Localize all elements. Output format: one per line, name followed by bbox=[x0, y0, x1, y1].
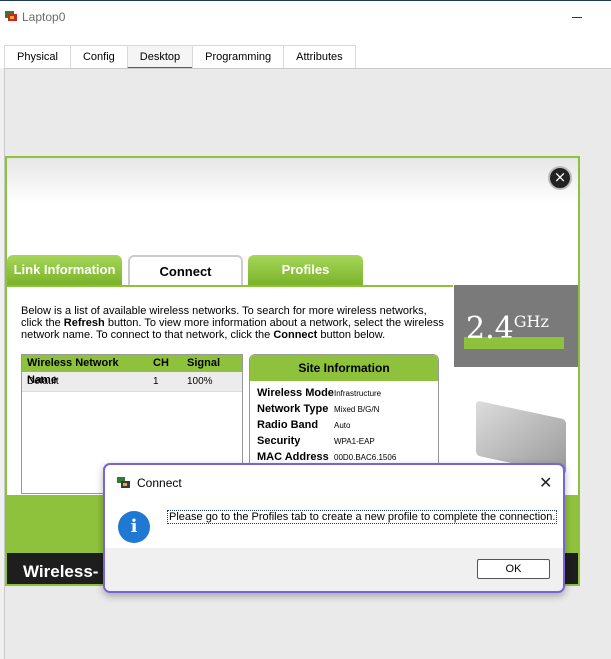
network-type-value: Mixed B/G/N bbox=[334, 405, 380, 414]
intro-text: Below is a list of available wireless ne… bbox=[21, 305, 444, 341]
network-type-label: Network Type bbox=[257, 403, 329, 415]
dialog-close-icon[interactable]: ✕ bbox=[539, 473, 552, 492]
network-ch-cell: 1 bbox=[153, 376, 159, 387]
radio-band-label: Radio Band bbox=[257, 419, 319, 431]
network-name-cell: Default bbox=[27, 376, 59, 387]
col-network-name: Wireless Network Name bbox=[27, 357, 119, 386]
wireless-mode-label: Wireless Mode bbox=[257, 387, 334, 399]
tab-desktop[interactable]: Desktop bbox=[126, 45, 194, 69]
refresh-keyword: Refresh bbox=[63, 317, 105, 329]
dialog-message: Please go to the Profiles tab to create … bbox=[166, 510, 558, 524]
ok-button[interactable]: OK bbox=[477, 559, 550, 579]
window-title: Laptop0 bbox=[22, 10, 66, 24]
security-label: Security bbox=[257, 435, 301, 447]
minimize-button[interactable] bbox=[572, 17, 582, 18]
tab-connect[interactable]: Connect bbox=[128, 255, 243, 285]
col-signal: Signal bbox=[187, 357, 221, 369]
table-row[interactable]: Default 1 100% bbox=[22, 372, 242, 392]
network-table-header: Wireless Network Name CH Signal bbox=[22, 355, 242, 386]
tab-programming[interactable]: Programming bbox=[192, 45, 285, 69]
dialog-app-icon bbox=[117, 477, 130, 488]
app-close-button[interactable]: × bbox=[548, 166, 572, 190]
radio-band-value: Auto bbox=[334, 421, 351, 430]
tab-link-information[interactable]: Link Information bbox=[7, 255, 122, 285]
frequency-badge: 2.4GHz bbox=[454, 285, 578, 367]
app-tabs: Link Information Connect Profiles bbox=[7, 255, 578, 285]
tab-physical[interactable]: Physical bbox=[4, 45, 71, 69]
frequency-label: 2.4GHz bbox=[466, 311, 549, 346]
dialog-title: Connect bbox=[137, 476, 182, 490]
network-signal-cell: 100% bbox=[187, 376, 213, 387]
device-tabbar: Physical Config Desktop Programming Attr… bbox=[0, 34, 611, 69]
tab-attributes[interactable]: Attributes bbox=[283, 45, 356, 69]
info-icon: i bbox=[118, 511, 150, 543]
connect-dialog: Connect ✕ i Please go to the Profiles ta… bbox=[103, 463, 565, 593]
tab-profiles[interactable]: Profiles bbox=[248, 255, 363, 285]
security-value: WPA1-EAP bbox=[334, 437, 375, 446]
col-ch: CH bbox=[153, 357, 169, 369]
wireless-mode-value: Infrastructure bbox=[334, 389, 382, 398]
footer-brand-text: Wireless- bbox=[23, 562, 99, 581]
app-header bbox=[7, 158, 578, 233]
laptop-app-icon bbox=[5, 11, 17, 21]
connect-keyword: Connect bbox=[273, 329, 318, 341]
site-information-title: Site Information bbox=[250, 355, 438, 381]
tab-config[interactable]: Config bbox=[69, 45, 128, 69]
dialog-body bbox=[105, 498, 563, 548]
window-titlebar: Laptop0 bbox=[0, 0, 611, 34]
